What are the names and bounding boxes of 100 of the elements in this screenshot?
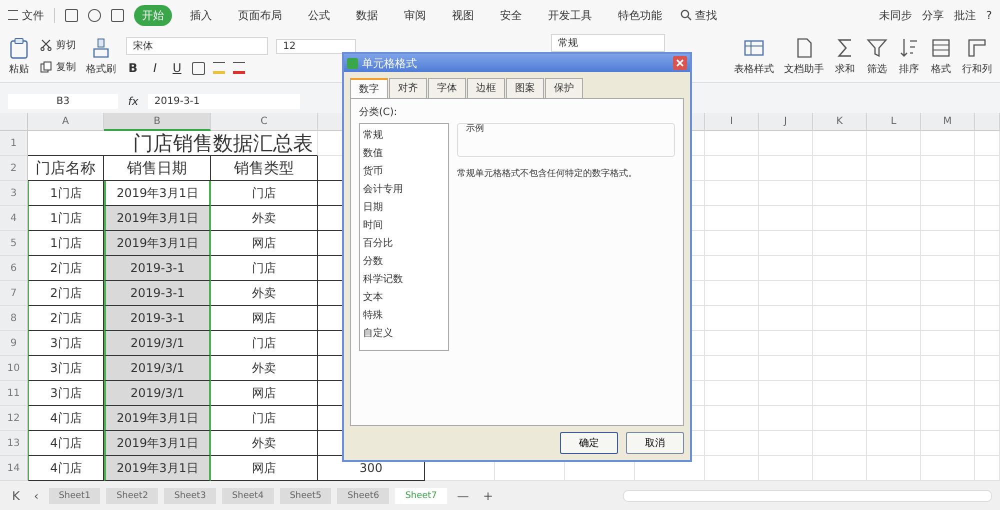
dialog-title: 单元格格式 xyxy=(362,56,418,70)
column-header[interactable]: B xyxy=(104,113,211,131)
ribbon-tab[interactable]: 页面布局 xyxy=(230,4,290,26)
font-select[interactable]: 宋体 xyxy=(126,37,268,55)
row-header[interactable]: 13 xyxy=(0,431,28,456)
category-item[interactable]: 货币 xyxy=(363,163,445,181)
sort-icon xyxy=(898,36,920,58)
search-button[interactable]: 查找 xyxy=(680,8,717,22)
ribbon-tab[interactable]: 数据 xyxy=(348,4,386,26)
formula-input[interactable]: 2019-3-1 xyxy=(148,94,300,108)
borders-icon[interactable] xyxy=(192,62,205,74)
sheet-tab[interactable]: Sheet4 xyxy=(222,488,274,504)
ribbon-button[interactable]: 表格样式 xyxy=(734,36,774,76)
column-header[interactable]: M xyxy=(921,113,975,131)
file-menu[interactable]: 文件 xyxy=(8,8,55,22)
row-header[interactable]: 6 xyxy=(0,256,28,281)
category-item[interactable]: 分数 xyxy=(363,253,445,271)
category-item[interactable]: 科学记数 xyxy=(363,271,445,289)
sheet-tab[interactable]: Sheet5 xyxy=(280,488,332,504)
number-format-select[interactable]: 常规 xyxy=(551,34,665,52)
format-painter-button[interactable]: 格式刷 xyxy=(86,36,116,76)
category-item[interactable]: 时间 xyxy=(363,217,445,235)
copy-button[interactable]: 复制 xyxy=(40,60,76,74)
dialog-tab[interactable]: 数字 xyxy=(350,78,388,98)
row-header[interactable]: 5 xyxy=(0,231,28,256)
category-item[interactable]: 数值 xyxy=(363,145,445,163)
category-item[interactable]: 常规 xyxy=(363,127,445,145)
row-header[interactable]: 14 xyxy=(0,456,28,481)
dialog-tab[interactable]: 字体 xyxy=(428,78,466,98)
row-header[interactable]: 1 xyxy=(0,131,28,156)
first-sheet-button[interactable]: K xyxy=(8,489,24,503)
ribbon-button[interactable]: 求和 xyxy=(834,36,856,76)
horizontal-scrollbar[interactable] xyxy=(623,490,992,502)
row-header[interactable]: 10 xyxy=(0,356,28,381)
dialog-button[interactable]: 取消 xyxy=(626,432,684,454)
help-button[interactable]: ? xyxy=(986,8,992,22)
preview-icon[interactable] xyxy=(111,8,124,22)
sheet-tab[interactable]: Sheet2 xyxy=(106,488,158,504)
dialog-tab[interactable]: 图案 xyxy=(506,78,544,98)
sheet-tab[interactable]: Sheet1 xyxy=(48,488,100,504)
category-item[interactable]: 特殊 xyxy=(363,307,445,325)
table-cell: 门店 xyxy=(211,406,318,431)
category-item[interactable]: 会计专用 xyxy=(363,181,445,199)
category-item[interactable]: 文本 xyxy=(363,289,445,307)
row-header[interactable]: 12 xyxy=(0,406,28,431)
paste-button[interactable]: 粘贴 xyxy=(8,36,30,76)
column-header[interactable]: C xyxy=(211,113,318,131)
remove-sheet-button[interactable]: — xyxy=(452,489,473,503)
dialog-tab[interactable]: 对齐 xyxy=(389,78,427,98)
table-cell: 门店 xyxy=(211,256,318,281)
table-cell: 2019年3月1日 xyxy=(104,206,211,231)
row-header[interactable]: 3 xyxy=(0,181,28,206)
row-header[interactable]: 11 xyxy=(0,381,28,406)
ribbon-tab[interactable]: 安全 xyxy=(492,4,530,26)
ribbon-tab[interactable]: 插入 xyxy=(182,4,220,26)
ribbon-button[interactable]: 格式 xyxy=(930,36,952,76)
dialog-tab[interactable]: 边框 xyxy=(467,78,505,98)
row-header[interactable]: 2 xyxy=(0,156,28,181)
ribbon-button[interactable]: 筛选 xyxy=(866,36,888,76)
fill-color-icon[interactable] xyxy=(213,62,225,74)
column-header[interactable]: K xyxy=(813,113,867,131)
column-header[interactable]: A xyxy=(28,113,104,131)
sheet-tab[interactable]: Sheet3 xyxy=(164,488,216,504)
font-style-button[interactable]: I xyxy=(148,61,162,75)
ribbon-button[interactable]: 排序 xyxy=(898,36,920,76)
column-header[interactable]: I xyxy=(705,113,759,131)
toolbar-action[interactable]: 未同步 xyxy=(879,8,912,22)
column-header[interactable]: J xyxy=(759,113,813,131)
close-button[interactable] xyxy=(673,56,687,70)
ribbon-tab[interactable]: 特色功能 xyxy=(610,4,670,26)
dialog-button[interactable]: 确定 xyxy=(560,432,618,454)
save-icon[interactable] xyxy=(65,8,78,22)
fx-label[interactable]: fx xyxy=(128,94,138,108)
ribbon-tab[interactable]: 开发工具 xyxy=(540,4,600,26)
category-item[interactable]: 百分比 xyxy=(363,235,445,253)
toolbar-action[interactable]: 分享 xyxy=(922,8,944,22)
ribbon-tab[interactable]: 审阅 xyxy=(396,4,434,26)
column-header[interactable]: L xyxy=(867,113,921,131)
font-size-select[interactable]: 12 xyxy=(276,38,356,54)
print-icon[interactable] xyxy=(88,8,101,22)
sheet-tab[interactable]: Sheet6 xyxy=(337,488,390,504)
cut-button[interactable]: 剪切 xyxy=(40,38,76,52)
toolbar-action[interactable]: 批注 xyxy=(954,8,976,22)
ribbon-button[interactable]: 行和列 xyxy=(962,36,992,76)
font-style-button[interactable]: B xyxy=(126,61,140,75)
category-item[interactable]: 自定义 xyxy=(363,325,445,343)
font-style-button[interactable]: U xyxy=(170,61,184,75)
ribbon-tab[interactable]: 视图 xyxy=(444,4,482,26)
name-box[interactable]: B3 xyxy=(8,94,118,108)
ribbon-button[interactable]: 文档助手 xyxy=(784,36,824,76)
ribbon-tab[interactable]: 公式 xyxy=(300,4,338,26)
row-header[interactable]: 4 xyxy=(0,206,28,231)
font-color-icon[interactable] xyxy=(233,62,245,74)
add-sheet-button[interactable]: + xyxy=(478,489,497,503)
row-header[interactable]: 8 xyxy=(0,306,28,331)
category-item[interactable]: 日期 xyxy=(363,199,445,217)
row-header[interactable]: 9 xyxy=(0,331,28,356)
previous-sheet-button[interactable]: ‹ xyxy=(30,489,43,503)
row-header[interactable]: 7 xyxy=(0,281,28,306)
dialog-tab[interactable]: 保护 xyxy=(545,78,583,98)
